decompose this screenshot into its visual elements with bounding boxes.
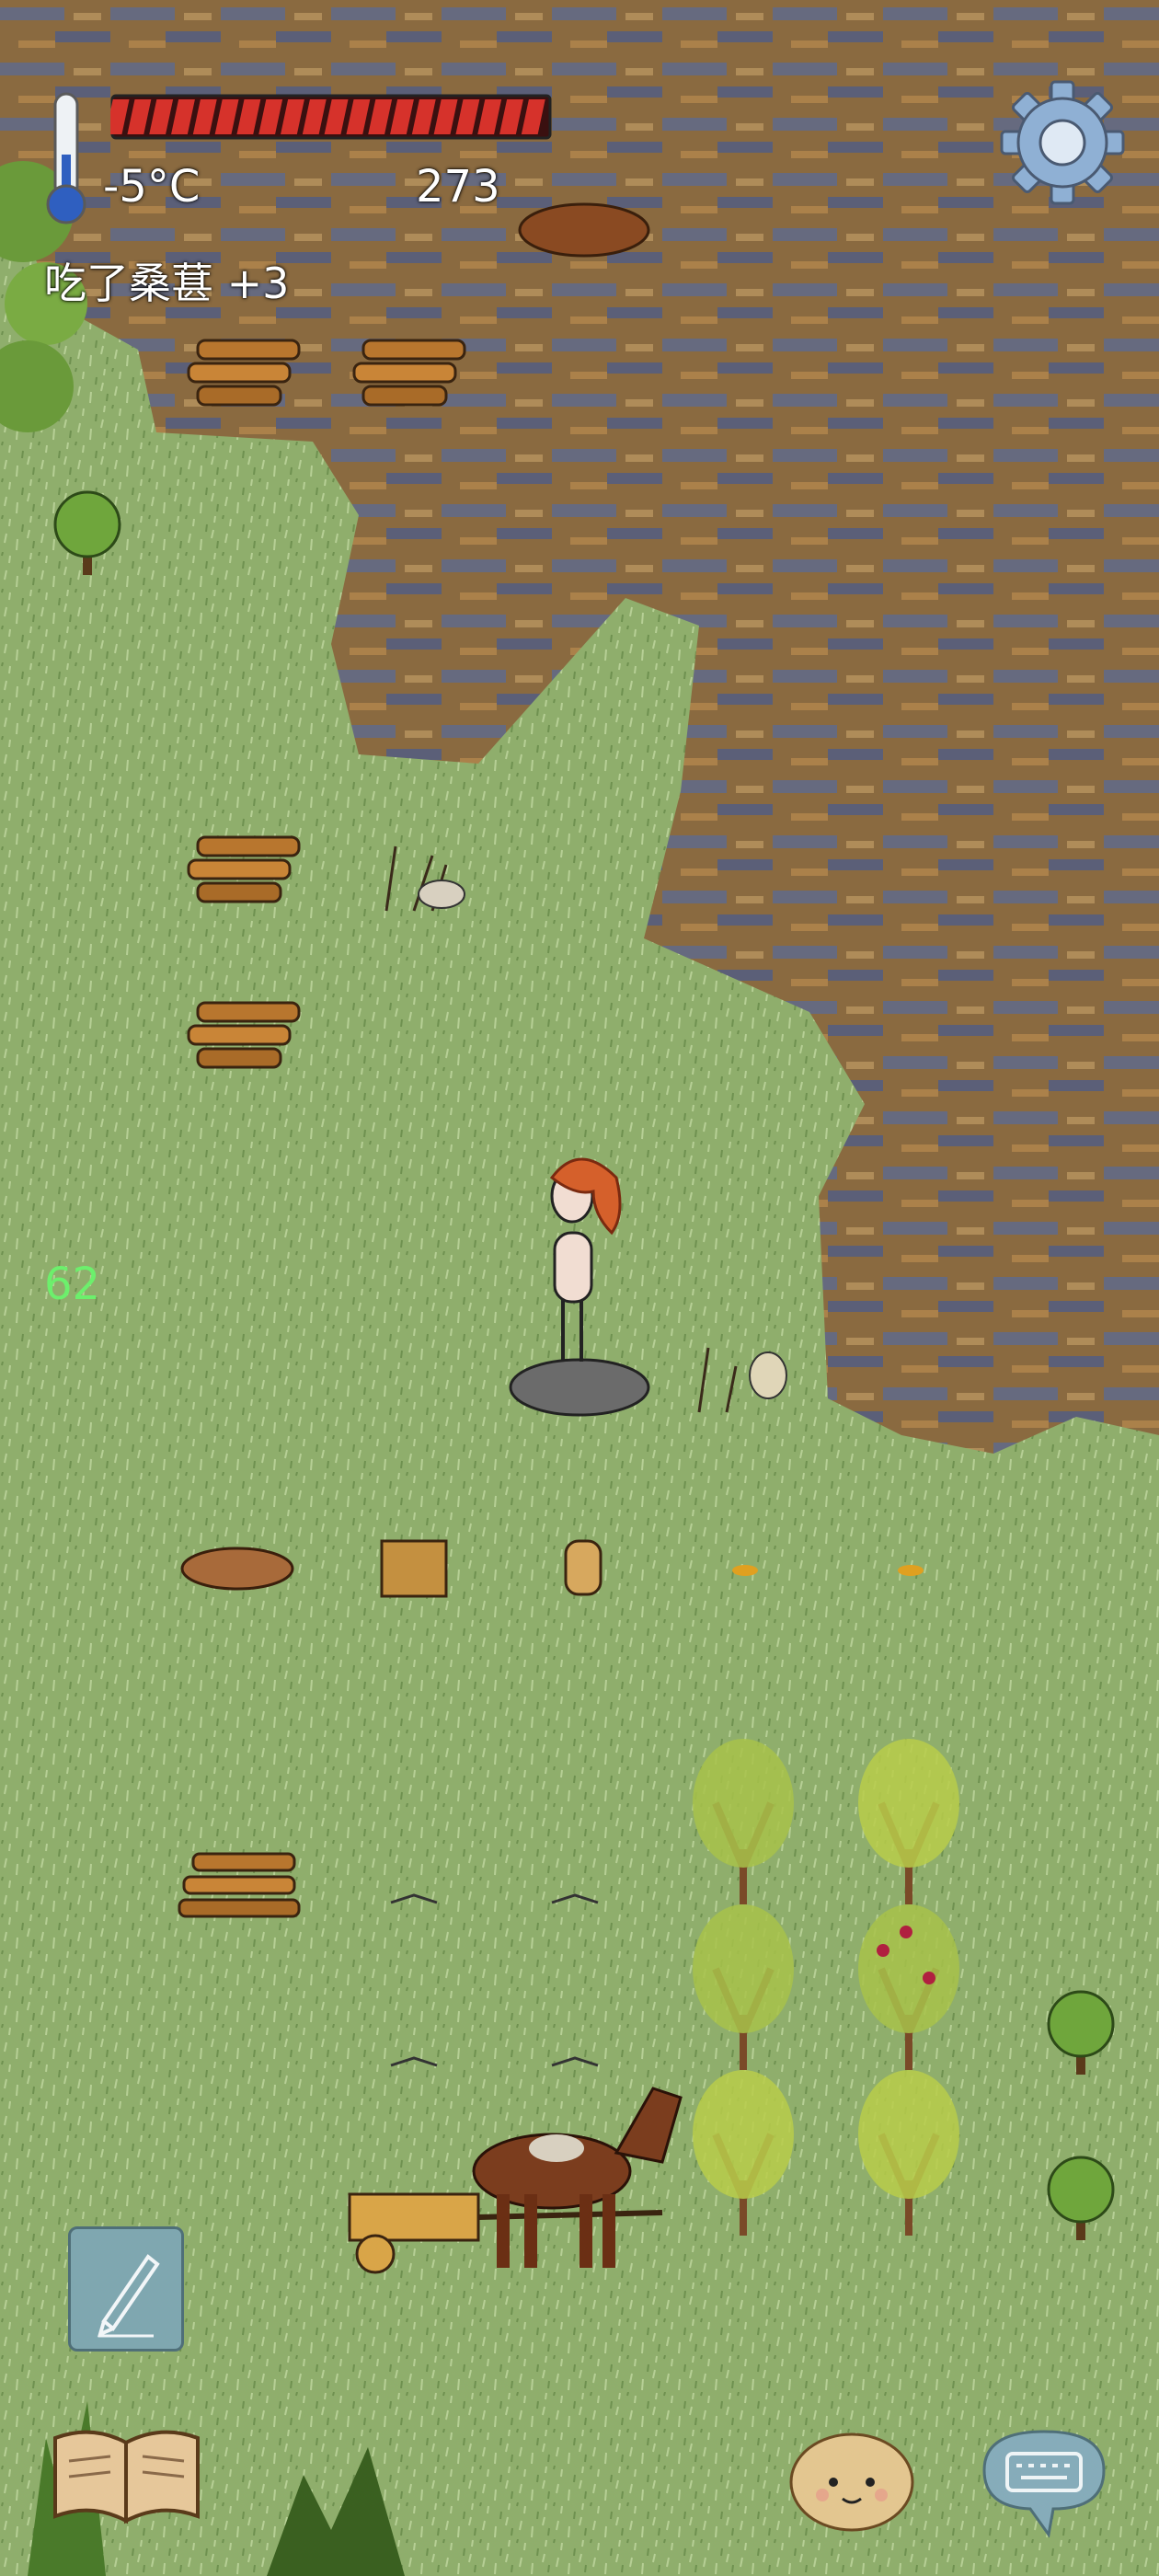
pencil-icon [97, 2254, 160, 2338]
open-book-icon[interactable] [46, 2420, 207, 2530]
small-seed[interactable] [898, 1565, 924, 1576]
small-seed[interactable] [732, 1565, 758, 1576]
animal-pelt[interactable] [180, 1547, 294, 1591]
status-message: 吃了桑葚 +3 [44, 259, 290, 308]
log-pile[interactable] [178, 1852, 301, 1918]
thermometer-icon [40, 90, 92, 228]
gear-icon[interactable] [998, 78, 1127, 207]
pencil-button[interactable] [68, 2226, 184, 2352]
dirt-mound[interactable] [518, 202, 650, 258]
game-world[interactable] [0, 0, 1159, 2576]
temperature-readout: -5°C [103, 161, 201, 213]
fur-item[interactable] [564, 1539, 602, 1596]
score-counter: 273 [416, 161, 500, 213]
grass-skirt[interactable] [380, 1539, 448, 1598]
health-bar [105, 94, 552, 140]
keyboard-speech-bubble-icon[interactable] [975, 2424, 1113, 2544]
potato-face-icon[interactable] [787, 2429, 916, 2535]
fps-counter: 62 [44, 1259, 101, 1310]
